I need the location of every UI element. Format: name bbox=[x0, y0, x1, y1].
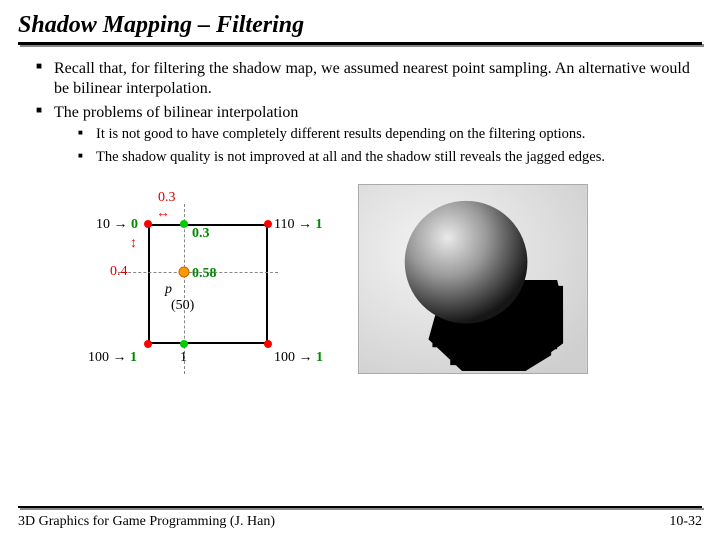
corner-dot-tr bbox=[264, 220, 272, 228]
interp-center-label: 0.58 bbox=[192, 266, 217, 282]
bullet-1: Recall that, for filtering the shadow ma… bbox=[36, 59, 702, 99]
content-area: Recall that, for filtering the shadow ma… bbox=[18, 59, 702, 398]
interp-bottom-label: 1 bbox=[180, 350, 187, 366]
slide-title: Shadow Mapping – Filtering bbox=[18, 12, 702, 38]
p-label: p bbox=[165, 282, 172, 298]
offset-arrow-h: ↔ bbox=[156, 206, 170, 222]
offset-arrow-v: ↕ bbox=[130, 236, 137, 252]
dashed-vertical bbox=[184, 204, 185, 374]
offset-left-label: 0.4 bbox=[110, 264, 128, 280]
corner-dot-tl bbox=[144, 220, 152, 228]
p-depth: (50) bbox=[171, 298, 194, 314]
figure-row: ↔ ↕ 0.3 0.4 0.3 0.58 p (50) bbox=[18, 184, 702, 399]
footer-left: 3D Graphics for Game Programming (J. Han… bbox=[18, 514, 275, 530]
corner-tl-label: 10 → 0 bbox=[96, 217, 138, 233]
rendered-shadow-image bbox=[358, 184, 588, 374]
title-underline bbox=[18, 42, 702, 45]
bullet-2-text: The problems of bilinear interpolation bbox=[54, 104, 298, 121]
interp-dot-top bbox=[180, 220, 188, 228]
offset-top-label: 0.3 bbox=[158, 190, 176, 206]
corner-dot-br bbox=[264, 340, 272, 348]
sample-point-p bbox=[179, 266, 190, 277]
corner-bl-label: 100 → 1 bbox=[88, 350, 137, 366]
subbullet-2: The shadow quality is not improved at al… bbox=[78, 148, 702, 166]
corner-dot-bl bbox=[144, 340, 152, 348]
footer-rule bbox=[18, 506, 702, 508]
corner-tr-label: 110 → 1 bbox=[274, 217, 322, 233]
corner-br-label: 100 → 1 bbox=[274, 350, 323, 366]
footer-page-number: 10-32 bbox=[669, 514, 702, 530]
interp-dot-bottom bbox=[180, 340, 188, 348]
interp-top-label: 0.3 bbox=[192, 226, 210, 242]
bilinear-diagram: ↔ ↕ 0.3 0.4 0.3 0.58 p (50) bbox=[78, 184, 308, 399]
bullet-2: The problems of bilinear interpolation I… bbox=[36, 103, 702, 165]
subbullet-1: It is not good to have completely differ… bbox=[78, 125, 702, 143]
footer: 3D Graphics for Game Programming (J. Han… bbox=[18, 506, 702, 530]
